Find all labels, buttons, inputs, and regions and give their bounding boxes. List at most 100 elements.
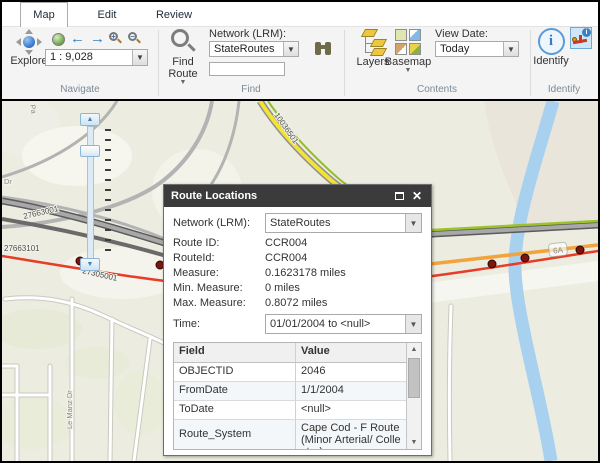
table-header-row: Field Value [174,343,406,363]
cell-value: 1/1/2004 [296,382,406,400]
view-date-label: View Date: [435,28,488,40]
basemap-dropdown-caret: ▼ [405,68,412,74]
field-label: Max. Measure: [173,297,265,312]
attributes-table: Field Value OBJECTID 2046 FromDate 1/1/2… [173,342,422,450]
next-extent-button[interactable]: → [90,32,105,46]
previous-extent-button[interactable]: ← [70,32,85,46]
contents-group-label: Contents [344,84,530,95]
tab-map[interactable]: Map [20,2,68,27]
network-lrm-dropdown-button[interactable]: ▼ [283,42,298,56]
field-value: CCR004 [265,237,307,252]
table-row[interactable]: Route_System Cape Cod - F Route (Minor A… [174,420,406,450]
scroll-down-icon[interactable]: ▼ [407,436,421,449]
dialog-time-combobox[interactable]: 01/01/2004 to <null> ▼ [265,314,422,334]
cell-value: <null> [296,401,406,419]
identify-icon: i [538,28,565,55]
dialog-time-value: 01/01/2004 to <null> [266,315,405,333]
view-date-value: Today [436,42,503,56]
search-binoculars-button[interactable] [314,42,332,56]
zoom-out-button[interactable]: − [128,32,141,45]
dialog-time-label: Time: [173,318,265,330]
zoom-slider-ticks [105,129,111,255]
route-locations-dialog: Route Locations ✕ Network (LRM): StateRo… [163,184,432,456]
cell-field: FromDate [174,382,296,400]
navigate-group-label: Navigate [2,84,158,95]
field-label: RouteId: [173,252,265,267]
maximize-button[interactable] [392,189,406,203]
field-value: CCR004 [265,252,307,267]
explore-icon [16,29,42,55]
map-scale-dropdown-button[interactable]: ▼ [132,50,147,65]
map-scale-combobox[interactable]: 1 : 9,028 ▼ [45,49,148,66]
field-value: 0.8072 miles [265,297,327,312]
close-icon: ✕ [412,190,422,202]
close-button[interactable]: ✕ [410,189,424,203]
explore-label: Explore [10,56,47,67]
basemap-icon [395,29,422,56]
dialog-network-dropdown-button[interactable]: ▼ [405,214,421,232]
ribbon-tab-bar: Map Edit Review [2,2,598,27]
find-route-icon [170,29,196,56]
route-shield: 6A [548,242,567,257]
route-search-input[interactable] [209,62,285,76]
cell-field: ToDate [174,401,296,419]
dialog-network-label: Network (LRM): [173,217,265,229]
view-date-combobox[interactable]: Today ▼ [435,41,519,57]
identify-button[interactable]: i Identify [532,28,570,67]
ribbon-groups: Explore ← → + − 1 : 9,028 ▼ Navigate Fin… [2,27,598,98]
zoom-slider-down-button[interactable]: ▼ [80,258,100,271]
field-value: 0 miles [265,282,300,297]
svg-text:6A: 6A [553,245,564,255]
cell-value: 2046 [296,363,406,381]
identify-route-location-tool-button[interactable]: i [570,27,592,49]
field-label: Measure: [173,267,265,282]
street-label: Le Manz Dr [65,390,74,429]
basemap-button[interactable]: Basemap ▼ [386,29,430,74]
zoom-in-button[interactable]: + [109,32,122,45]
find-route-button[interactable]: Find Route ▼ [160,29,206,86]
field-label: Min. Measure: [173,282,265,297]
column-header-value: Value [296,343,406,362]
map-scale-value: 1 : 9,028 [46,50,132,65]
cell-field: OBJECTID [174,363,296,381]
table-row[interactable]: ToDate <null> [174,401,406,420]
map-zoom-slider: ▲ ▼ [78,113,114,271]
scroll-up-icon[interactable]: ▲ [407,343,421,356]
find-route-label-1: Find [172,57,193,68]
dialog-title: Route Locations [171,190,388,202]
ribbon: Map Edit Review Explore ← → + − [2,2,598,99]
network-lrm-label: Network (LRM): [209,28,286,40]
dialog-title-bar[interactable]: Route Locations ✕ [164,185,431,207]
table-row[interactable]: OBJECTID 2046 [174,363,406,382]
tab-review[interactable]: Review [146,2,202,27]
identify-group-label: Identify [530,84,598,95]
scrollbar-thumb[interactable] [408,358,420,398]
network-lrm-value: StateRoutes [210,42,283,56]
zoom-slider-handle[interactable] [80,145,100,157]
field-label: Route ID: [173,237,265,252]
table-row[interactable]: FromDate 1/1/2004 [174,382,406,401]
dialog-network-value: StateRoutes [266,214,405,232]
dialog-body: Network (LRM): StateRoutes ▼ Route ID:CC… [164,207,431,450]
find-group-label: Find [158,84,344,95]
field-value: 0.1623178 miles [265,267,346,282]
zoom-slider-up-button[interactable]: ▲ [80,113,100,126]
maximize-icon [395,192,404,200]
map-canvas[interactable]: 6A 27663001 27663101 27305001 10036501 L… [2,101,598,461]
full-extent-globe-button[interactable] [52,33,65,46]
info-badge-icon: i [582,28,591,37]
app-window: Map Edit Review Explore ← → + − [0,0,600,463]
table-scrollbar[interactable]: ▲ ▼ [406,343,421,449]
column-header-field: Field [174,343,296,362]
cell-value: Cape Cod - F Route (Minor Arterial/ Coll… [296,420,406,450]
tab-edit[interactable]: Edit [84,2,130,27]
cell-field: Route_System [174,420,296,450]
layers-icon [359,29,387,56]
network-lrm-combobox[interactable]: StateRoutes ▼ [209,41,299,57]
identify-label: Identify [533,56,568,67]
view-date-dropdown-button[interactable]: ▼ [503,42,518,56]
dialog-time-dropdown-button[interactable]: ▼ [405,315,421,333]
street-label: Dr [4,177,12,186]
route-label: 27663101 [4,244,40,253]
dialog-network-combobox[interactable]: StateRoutes ▼ [265,213,422,233]
